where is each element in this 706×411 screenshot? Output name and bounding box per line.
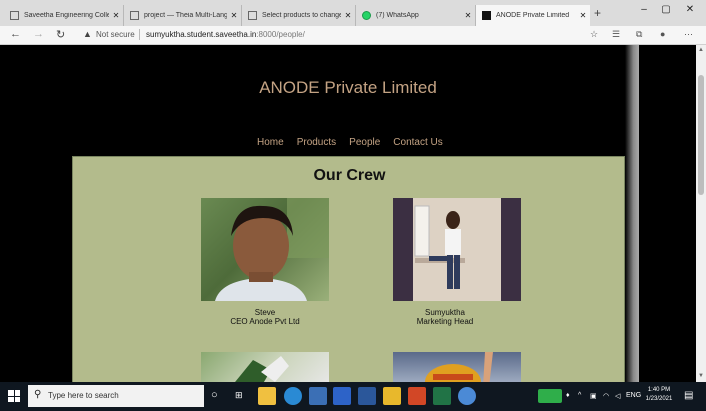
nav-home-link[interactable]: Home [257, 137, 284, 148]
taskbar-search-box[interactable]: ⚲ Type here to search [28, 385, 204, 407]
windows-taskbar: ⚲ Type here to search ○ ⊞ ♦ ^ ▣ ◠ ◁ ENG … [0, 382, 706, 411]
new-tab-button[interactable]: + [594, 6, 601, 20]
minimize-button[interactable]: – [634, 4, 654, 15]
close-icon[interactable]: ✕ [227, 11, 241, 20]
nav-people-link[interactable]: People [349, 137, 380, 148]
member-photo-sumyuktha [393, 198, 521, 301]
file-explorer-icon[interactable] [258, 387, 276, 405]
edge-icon[interactable] [284, 387, 302, 405]
photos-icon[interactable] [383, 387, 401, 405]
favorite-star-icon[interactable]: ☆ [590, 29, 598, 40]
warning-icon[interactable]: ▲ [83, 29, 92, 39]
nav-contact-link[interactable]: Contact Us [393, 137, 442, 148]
battery-indicator-icon[interactable] [538, 389, 562, 403]
excel-icon[interactable] [433, 387, 451, 405]
notifications-icon[interactable]: ▤ [684, 390, 693, 401]
browser-tab-bar: Saveetha Engineering College ✕ project —… [0, 0, 706, 26]
store-icon[interactable] [309, 387, 327, 405]
site-nav: Home Products People Contact Us [257, 137, 443, 148]
tray-app-icon[interactable]: ♦ [566, 392, 570, 399]
tab-select-products[interactable]: Select products to change | Dj ✕ [242, 5, 356, 26]
url-field[interactable]: sumyuktha.student.saveetha.in:8000/peopl… [146, 30, 305, 39]
url-path: :8000/people/ [256, 30, 305, 39]
security-label[interactable]: Not secure [96, 30, 135, 39]
refresh-icon[interactable]: ↻ [56, 28, 65, 41]
close-icon[interactable]: ✕ [109, 11, 123, 20]
member-photo-steve [201, 198, 329, 301]
member-role: Marketing Head [416, 317, 474, 326]
anode-icon [482, 11, 491, 20]
word-icon[interactable] [358, 387, 376, 405]
tab-whatsapp[interactable]: (7) WhatsApp ✕ [356, 5, 476, 26]
forward-icon[interactable]: → [33, 28, 44, 40]
person-photo-image [393, 198, 521, 301]
page-icon [10, 11, 19, 20]
show-hidden-icons[interactable]: ^ [578, 392, 581, 399]
address-bar: ← → ↻ ▲ Not secure sumyuktha.student.sav… [0, 26, 706, 45]
person-photo-image [235, 356, 289, 382]
clock-time: 1:40 PM [647, 387, 671, 393]
whatsapp-icon [362, 11, 371, 20]
crew-panel: Our Crew Steve CEO Anode Pvt Ltd Sumyukt… [72, 156, 625, 382]
close-icon[interactable]: ✕ [461, 11, 475, 20]
cortana-icon[interactable]: ○ [211, 389, 218, 401]
close-icon[interactable]: ✕ [341, 11, 355, 20]
tab-saveetha[interactable]: Saveetha Engineering College ✕ [4, 5, 124, 26]
tab-title: Select products to change | Dj [262, 12, 341, 19]
search-placeholder: Type here to search [48, 391, 119, 400]
member-photo-3 [201, 352, 329, 382]
clock-date: 1/23/2021 [645, 396, 673, 402]
close-window-button[interactable]: ✕ [680, 4, 700, 15]
crew-heading: Our Crew [313, 167, 386, 184]
maximize-button[interactable]: ▢ [656, 4, 676, 15]
taskbar-clock[interactable]: 1:40 PM 1/23/2021 [642, 386, 676, 404]
powerpoint-icon[interactable] [408, 387, 426, 405]
maps-icon[interactable] [458, 387, 476, 405]
divider [139, 29, 140, 40]
volume-icon[interactable]: ◁ [615, 392, 620, 400]
person-photo-image [425, 352, 493, 382]
page-gutter [625, 45, 639, 382]
nav-products-link[interactable]: Products [297, 137, 336, 148]
close-icon[interactable]: ✕ [576, 11, 590, 20]
tab-anode[interactable]: ANODE Private Limited ✕ [476, 5, 590, 26]
favorites-list-icon[interactable]: ☰ [612, 29, 620, 40]
member-photo-4 [393, 352, 521, 382]
tab-project[interactable]: project — Theia Multi-Langua ✕ [124, 5, 242, 26]
back-icon[interactable]: ← [10, 28, 21, 40]
wifi-icon[interactable]: ◠ [603, 392, 609, 400]
site-title: ANODE Private Limited [259, 78, 437, 97]
member-role: CEO Anode Pvt Ltd [230, 317, 300, 326]
vertical-scrollbar[interactable]: ▲ ▼ [696, 45, 706, 382]
page-viewport: ANODE Private Limited Home Products Peop… [0, 45, 696, 382]
url-host: sumyuktha.student.saveetha.in [146, 30, 257, 39]
more-options-icon[interactable]: ⋯ [684, 29, 693, 40]
profile-icon[interactable]: ● [660, 29, 665, 39]
collections-icon[interactable]: ⧉ [636, 29, 642, 40]
page-icon [130, 11, 139, 20]
search-icon: ⚲ [34, 389, 42, 400]
network-icon[interactable]: ▣ [590, 392, 597, 400]
tab-title: ANODE Private Limited [496, 12, 570, 19]
windows-start-icon[interactable] [8, 390, 20, 402]
scroll-down-icon[interactable]: ▼ [698, 373, 704, 379]
page-icon [248, 11, 257, 20]
mail-icon[interactable] [333, 387, 351, 405]
scrollbar-thumb[interactable] [698, 75, 704, 195]
tab-title: (7) WhatsApp [376, 12, 419, 19]
scroll-up-icon[interactable]: ▲ [698, 47, 704, 53]
tab-title: project — Theia Multi-Langua [144, 12, 227, 19]
task-view-icon[interactable]: ⊞ [235, 390, 243, 401]
person-photo-image [215, 198, 329, 301]
tab-title: Saveetha Engineering College [24, 12, 109, 19]
language-indicator[interactable]: ENG [626, 392, 641, 399]
